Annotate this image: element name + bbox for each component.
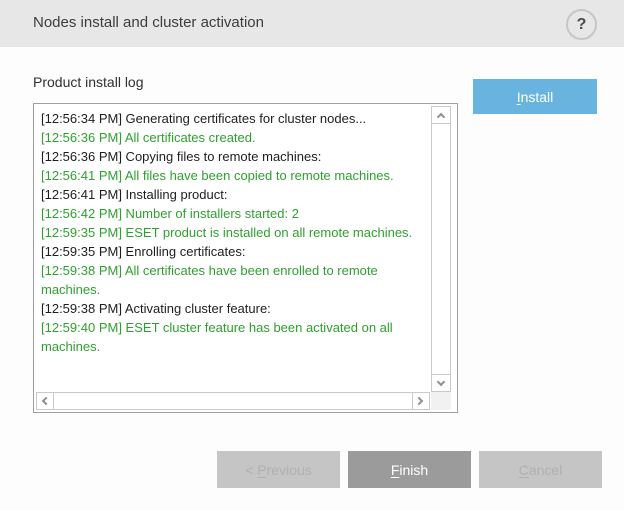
finish-button[interactable]: Finish (348, 451, 471, 488)
log-line: [12:56:41 PM] All files have been copied… (41, 166, 434, 185)
log-line: [12:59:38 PM] All certificates have been… (41, 261, 434, 299)
title-bar: Nodes install and cluster activation ? (0, 0, 624, 47)
scroll-left-button[interactable] (37, 393, 54, 409)
install-log-content: [12:56:34 PM] Generating certificates fo… (34, 104, 457, 412)
log-line: [12:56:36 PM] Copying files to remote ma… (41, 147, 434, 166)
log-line: [12:59:40 PM] ESET cluster feature has b… (41, 318, 434, 356)
vertical-scrollbar-thumb[interactable] (432, 124, 450, 374)
scroll-down-button[interactable] (432, 374, 450, 391)
wizard-dialog: Nodes install and cluster activation ? P… (0, 0, 624, 511)
page-title: Nodes install and cluster activation (33, 14, 264, 31)
log-line: [12:59:38 PM] Activating cluster feature… (41, 299, 434, 318)
chevron-right-icon (415, 397, 423, 405)
help-button[interactable]: ? (566, 9, 597, 40)
log-line: [12:56:34 PM] Generating certificates fo… (41, 109, 434, 128)
log-line: [12:56:36 PM] All certificates created. (41, 128, 434, 147)
scrollbar-corner (431, 392, 451, 410)
install-button[interactable]: Install (473, 79, 597, 114)
log-line: [12:56:41 PM] Installing product: (41, 185, 434, 204)
scroll-right-button[interactable] (412, 393, 429, 409)
chevron-down-icon (437, 378, 445, 386)
previous-button[interactable]: < Previous (217, 451, 340, 488)
log-line: [12:56:42 PM] Number of installers start… (41, 204, 434, 223)
scroll-up-button[interactable] (432, 107, 450, 124)
log-line: [12:59:35 PM] ESET product is installed … (41, 223, 434, 242)
product-install-log-label: Product install log (33, 74, 144, 90)
log-line: [12:59:35 PM] Enrolling certificates: (41, 242, 434, 261)
question-mark-icon: ? (577, 16, 587, 33)
chevron-up-icon (437, 113, 445, 121)
horizontal-scrollbar[interactable] (36, 392, 430, 410)
chevron-left-icon (42, 397, 50, 405)
wizard-footer: < Previous Finish Cancel (217, 451, 602, 488)
horizontal-scrollbar-thumb[interactable] (54, 393, 412, 409)
cancel-button[interactable]: Cancel (479, 451, 602, 488)
vertical-scrollbar[interactable] (431, 106, 451, 392)
install-log-box: [12:56:34 PM] Generating certificates fo… (33, 103, 458, 413)
